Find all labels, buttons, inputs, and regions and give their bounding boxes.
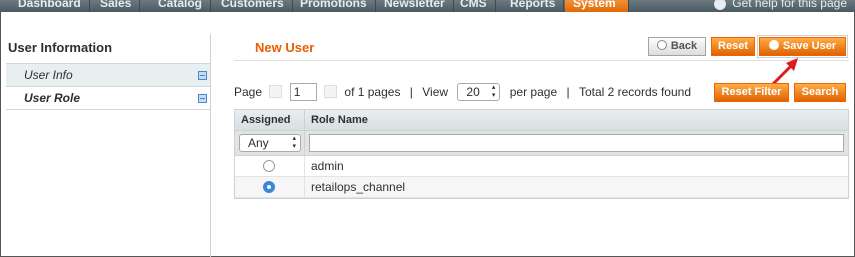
- role-name-cell: admin: [311, 159, 344, 173]
- top-navigation: Dashboard Sales Catalog Customers Promot…: [0, 0, 855, 12]
- help-icon: [714, 0, 727, 10]
- tab-catalog[interactable]: Catalog: [150, 0, 212, 12]
- tab-dashboard[interactable]: Dashboard: [10, 0, 90, 12]
- sidebar: User Information User Info User Role: [6, 34, 211, 110]
- grid-filter-row: Any: [235, 131, 848, 156]
- tab-customers[interactable]: Customers: [213, 0, 293, 12]
- next-page-button[interactable]: [324, 85, 338, 99]
- sidebar-item-label: User Info: [24, 68, 73, 82]
- sidebar-item-user-info[interactable]: User Info: [6, 64, 211, 87]
- tab-cms[interactable]: CMS: [452, 0, 496, 12]
- role-radio[interactable]: [263, 181, 275, 193]
- page-label: Page: [234, 84, 263, 99]
- table-row: admin: [235, 156, 848, 177]
- title-divider: [234, 60, 849, 61]
- search-button[interactable]: Search: [794, 83, 846, 102]
- back-arrow-icon: [656, 40, 667, 50]
- back-button[interactable]: Back: [648, 37, 706, 56]
- view-label: View: [422, 84, 449, 99]
- grid-pager: Page 1 of 1 pages | View 20 per page | T…: [234, 82, 691, 102]
- grid-header: Assigned Role Name: [235, 110, 848, 131]
- pager-separator: |: [566, 84, 570, 99]
- role-name-cell: retailops_channel: [311, 180, 406, 194]
- page-title: New User: [255, 40, 315, 55]
- sidebar-divider: [210, 34, 211, 257]
- reset-button[interactable]: Reset: [711, 37, 755, 56]
- sidebar-item-label: User Role: [24, 91, 81, 105]
- column-header-assigned[interactable]: Assigned: [235, 110, 305, 130]
- sidebar-item-user-role[interactable]: User Role: [6, 87, 211, 110]
- tab-system[interactable]: System: [565, 0, 629, 12]
- tab-state-icon: [198, 94, 207, 103]
- tab-promotions[interactable]: Promotions: [292, 0, 376, 12]
- save-button-label: Save User: [782, 40, 837, 52]
- per-page-select[interactable]: 20: [457, 82, 501, 101]
- save-user-button[interactable]: Save User: [759, 37, 846, 56]
- page-input[interactable]: 1: [289, 82, 317, 101]
- previous-page-button[interactable]: [269, 85, 283, 99]
- tab-state-icon: [198, 71, 207, 80]
- sidebar-title: User Information: [6, 34, 211, 64]
- tab-newsletter[interactable]: Newsletter: [376, 0, 454, 12]
- of-pages-label: of 1 pages: [344, 84, 401, 99]
- role-radio[interactable]: [263, 160, 275, 172]
- pager-separator: |: [409, 84, 413, 99]
- tab-sales[interactable]: Sales: [92, 0, 141, 12]
- records-count: Total 2 records found: [578, 84, 692, 99]
- table-row: retailops_channel: [235, 177, 848, 198]
- back-button-label: Back: [670, 40, 698, 52]
- help-label: Get help for this page: [732, 0, 847, 10]
- roles-grid: Assigned Role Name Any admin retailops_c…: [234, 109, 849, 199]
- assigned-filter-select[interactable]: Any: [239, 134, 301, 152]
- per-page-label: per page: [509, 84, 558, 99]
- tab-reports[interactable]: Reports: [502, 0, 565, 12]
- check-icon: [768, 40, 779, 50]
- help-link[interactable]: Get help for this page: [714, 0, 847, 10]
- role-name-filter-input[interactable]: [309, 134, 844, 152]
- reset-filter-button[interactable]: Reset Filter: [714, 83, 789, 102]
- column-header-role-name[interactable]: Role Name: [305, 110, 848, 130]
